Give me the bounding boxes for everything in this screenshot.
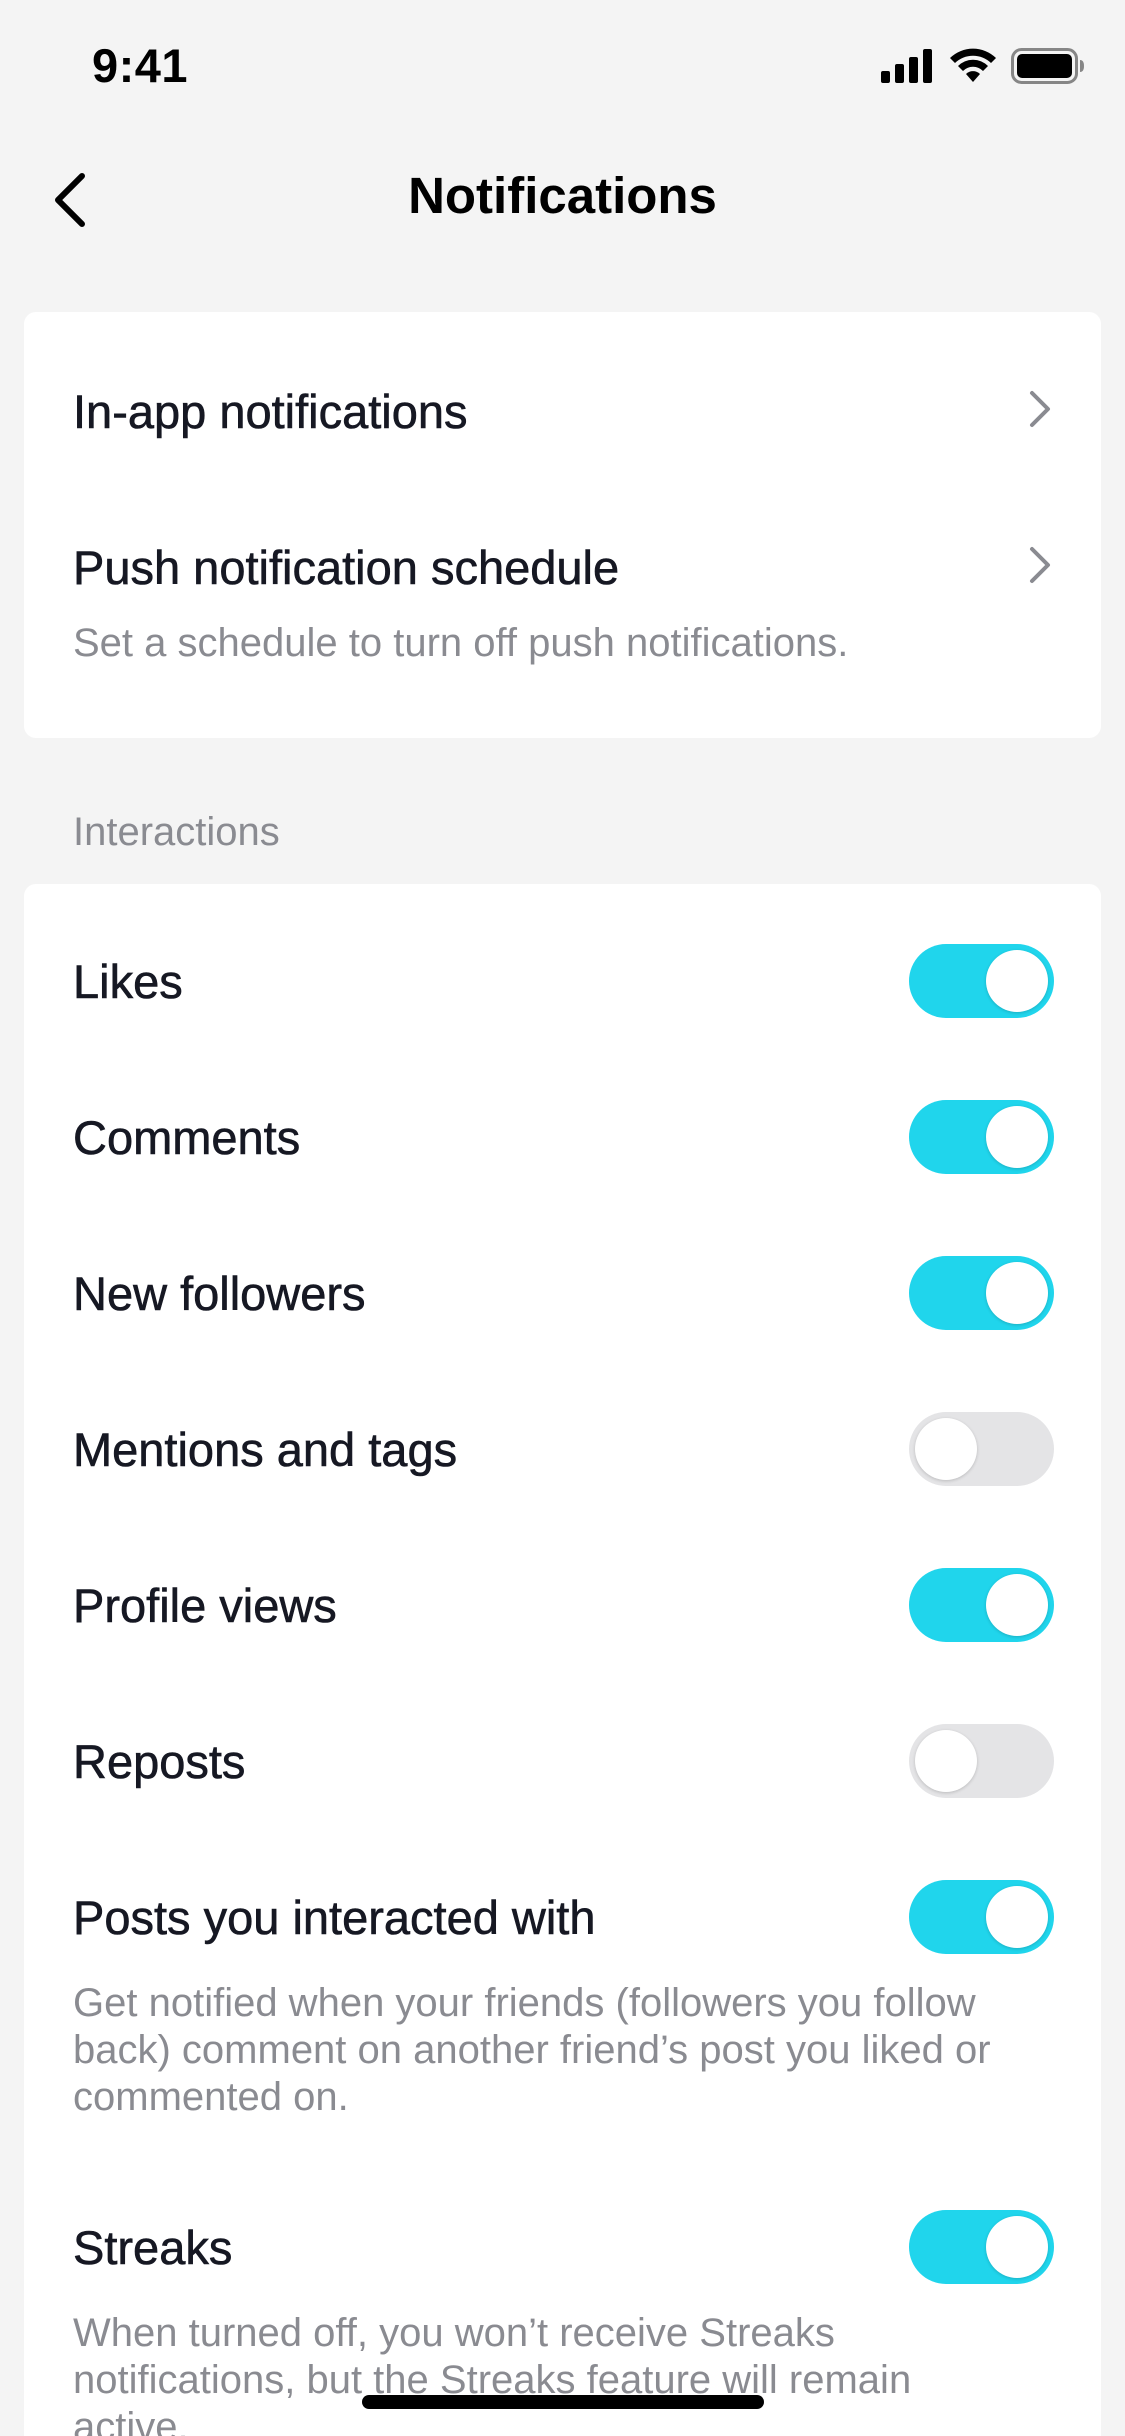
- toggle-knob: [915, 1418, 977, 1480]
- push-schedule-description: Set a schedule to turn off push notifica…: [73, 621, 849, 665]
- in-app-notifications-label: In-app notifications: [73, 385, 468, 439]
- battery-icon: [1011, 48, 1084, 84]
- setting-label: Posts you interacted with: [73, 1891, 596, 1945]
- toggle-knob: [986, 1262, 1048, 1324]
- setting-label: Streaks: [73, 2221, 233, 2275]
- setting-label: Comments: [73, 1111, 301, 1165]
- toggle-knob: [986, 1574, 1048, 1636]
- toggle-knob: [986, 950, 1048, 1012]
- interactions-section-header: Interactions: [73, 810, 280, 854]
- setting-label: Likes: [73, 955, 183, 1009]
- chevron-right-icon: [1030, 547, 1050, 583]
- status-icons: [881, 48, 1085, 84]
- toggle-knob: [986, 1106, 1048, 1168]
- push-schedule-row[interactable]: Push notification schedule Set a schedul…: [24, 468, 1101, 738]
- toggle-knob: [915, 1730, 977, 1792]
- notifications-screen: 9:41 Notifications In-app notifications …: [0, 0, 1125, 2436]
- status-bar: 9:41: [0, 0, 1125, 132]
- signal-icon: [881, 49, 932, 83]
- comments-toggle[interactable]: [909, 1100, 1054, 1174]
- setting-label: Profile views: [73, 1579, 337, 1633]
- setting-label: Mentions and tags: [73, 1423, 458, 1477]
- nav-bar: Notifications: [0, 140, 1125, 260]
- setting-description: When turned off, you won’t receive Strea…: [73, 2311, 912, 2436]
- posts-interacted-toggle[interactable]: [909, 1880, 1054, 1954]
- setting-label: Reposts: [73, 1735, 246, 1789]
- mentions-tags-toggle[interactable]: [909, 1412, 1054, 1486]
- streaks-toggle[interactable]: [909, 2210, 1054, 2284]
- setting-description: Get notified when your friends (follower…: [73, 1981, 991, 2119]
- reposts-toggle[interactable]: [909, 1724, 1054, 1798]
- interactions-card: Likes Comments New followers Mentions an…: [24, 884, 1101, 2436]
- new-followers-toggle[interactable]: [909, 1256, 1054, 1330]
- setting-label: New followers: [73, 1267, 366, 1321]
- push-schedule-label: Push notification schedule: [73, 541, 620, 595]
- toggle-knob: [986, 2216, 1048, 2278]
- wifi-icon: [950, 48, 996, 82]
- home-indicator: [362, 2395, 764, 2409]
- page-title: Notifications: [408, 167, 717, 224]
- general-settings-card: In-app notifications Push notification s…: [24, 312, 1101, 738]
- chevron-right-icon: [1030, 391, 1050, 427]
- status-time: 9:41: [92, 39, 189, 92]
- likes-toggle[interactable]: [909, 944, 1054, 1018]
- profile-views-toggle[interactable]: [909, 1568, 1054, 1642]
- in-app-notifications-row[interactable]: In-app notifications: [24, 312, 1101, 468]
- toggle-knob: [986, 1886, 1048, 1948]
